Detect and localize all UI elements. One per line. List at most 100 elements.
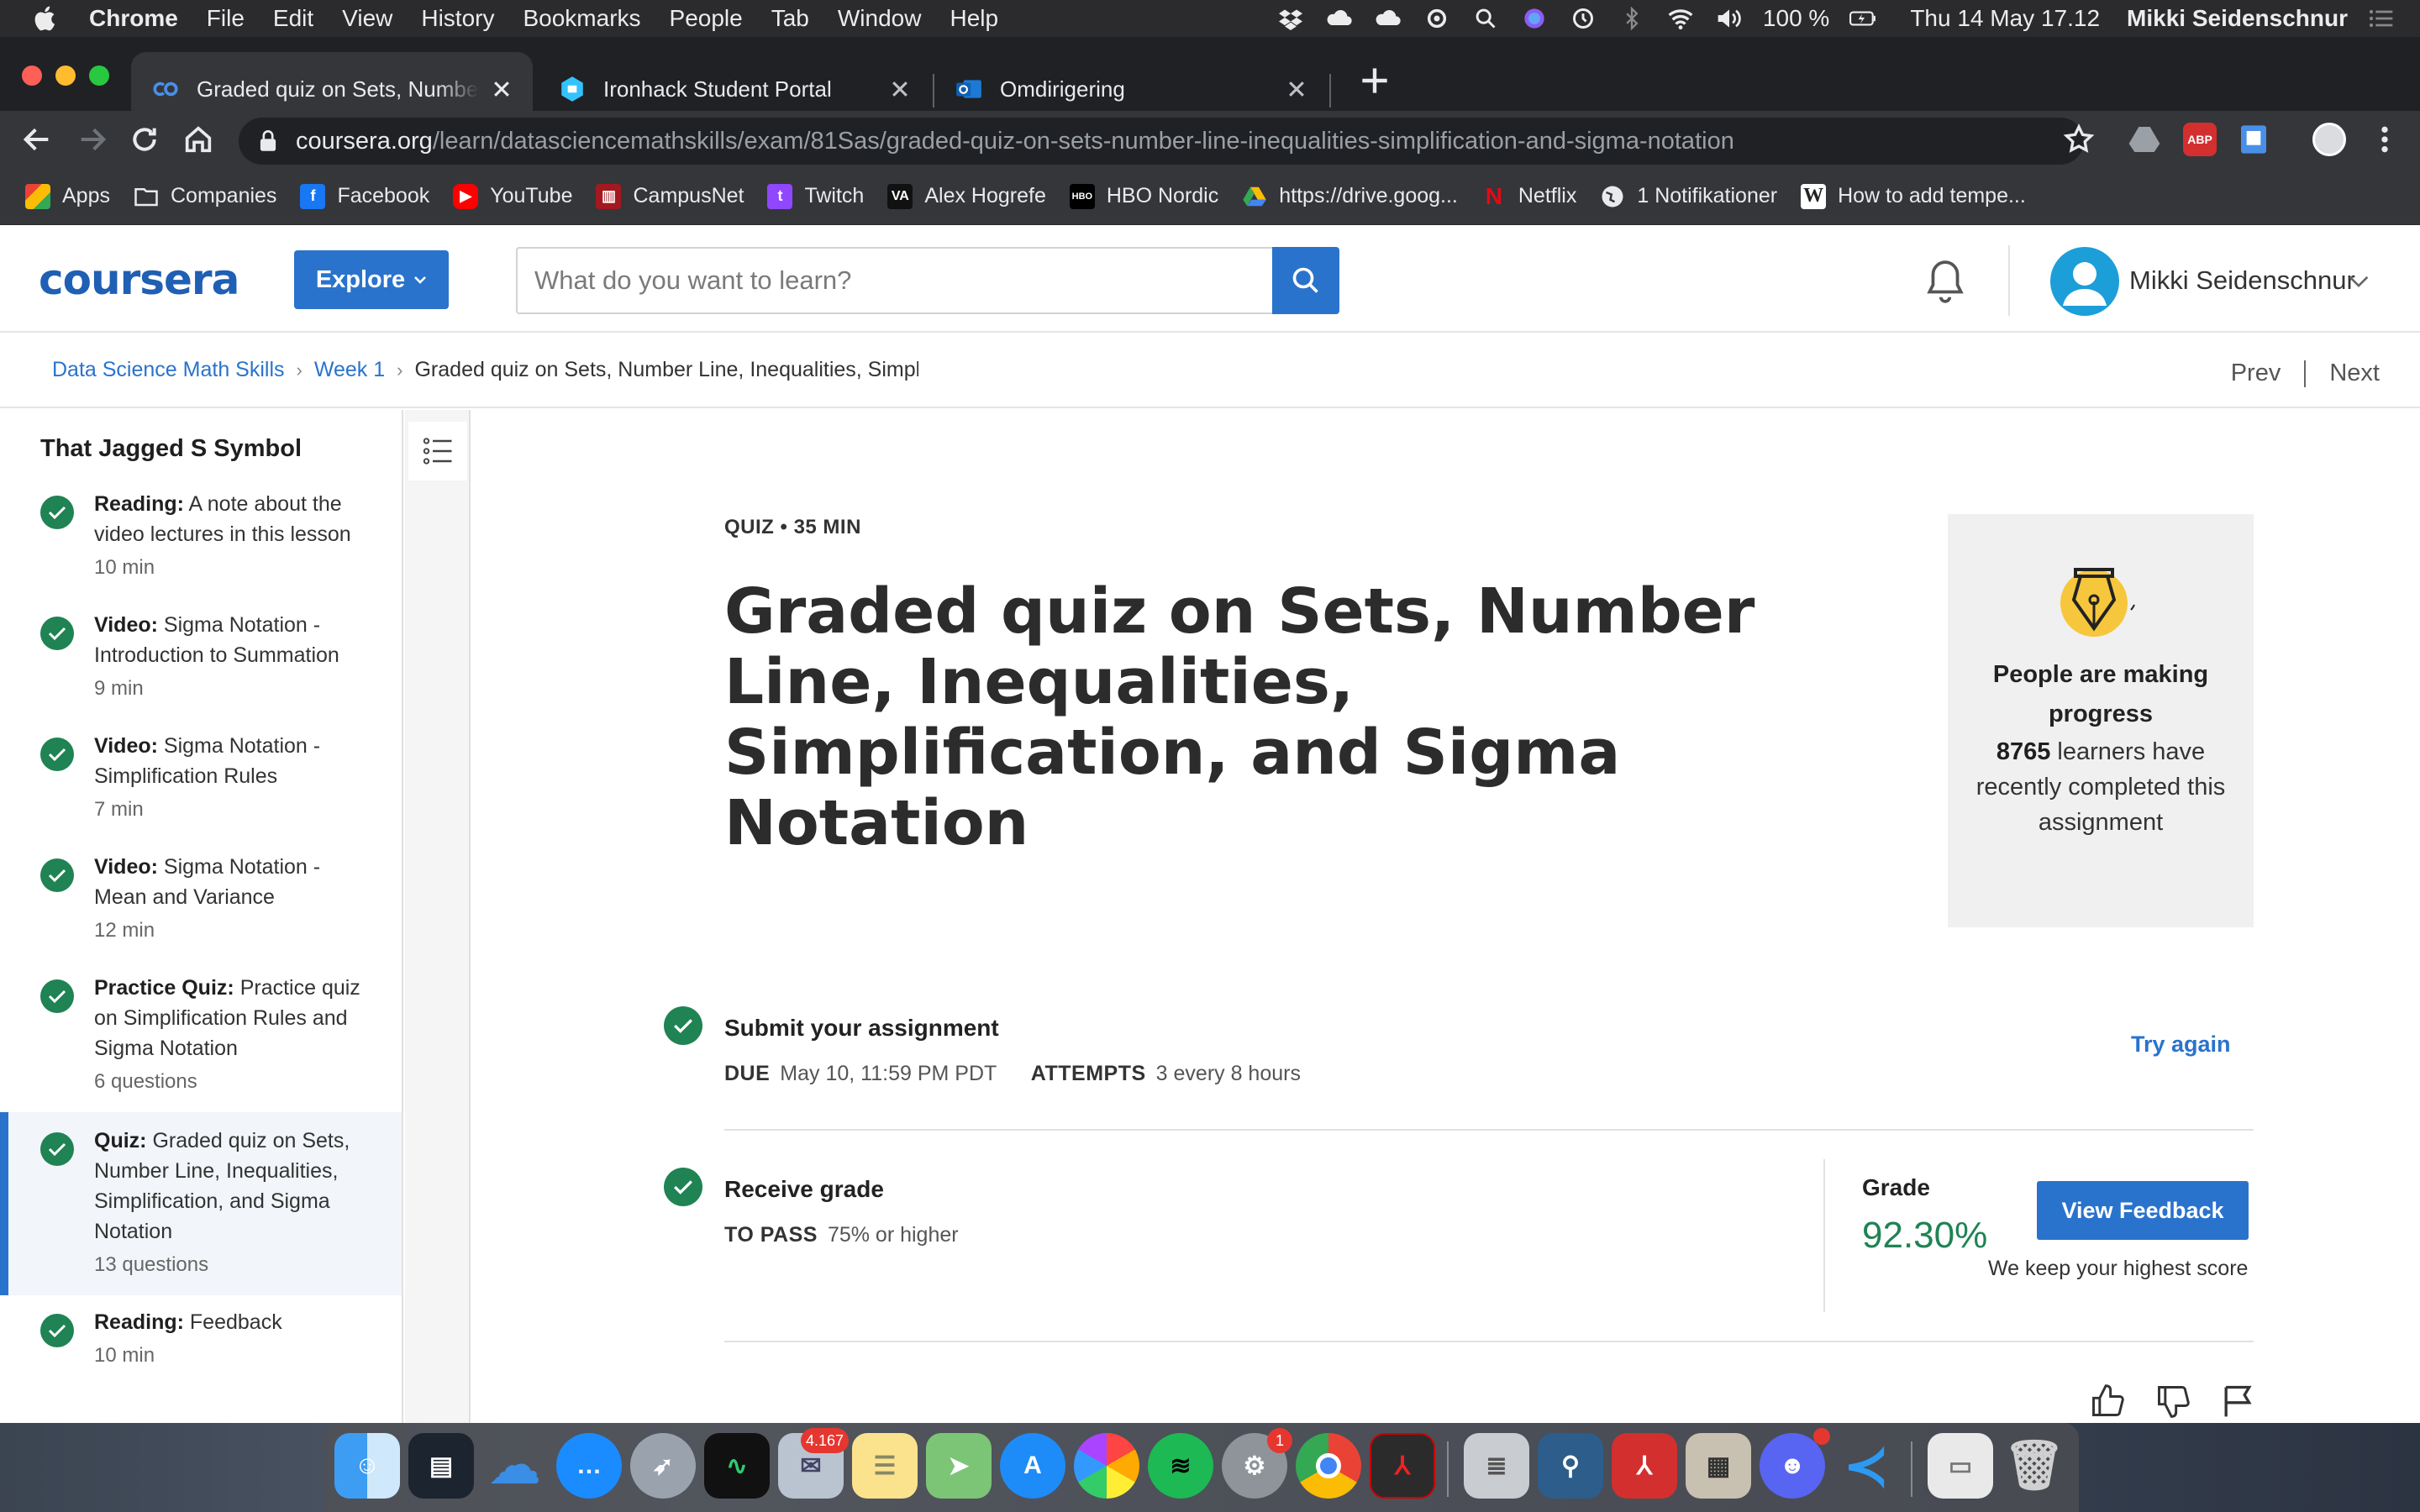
system-preferences-gear-icon[interactable]: ⚙ 1	[1222, 1428, 1292, 1499]
siri-icon[interactable]	[1519, 6, 1549, 31]
notes-icon[interactable]: ☰	[852, 1433, 918, 1499]
menu-window[interactable]: Window	[838, 5, 922, 32]
sidebar-item-reading-note[interactable]: Reading: A note about the video lectures…	[0, 489, 402, 598]
bookmark-netflix[interactable]: N Netflix	[1481, 183, 1577, 209]
launchpad-rocket-icon[interactable]: ➶	[630, 1433, 696, 1499]
bookmark-companies[interactable]: Companies	[134, 184, 276, 209]
acrobat-icon[interactable]: ⅄	[1370, 1433, 1435, 1499]
chrome-icon[interactable]	[1296, 1433, 1361, 1499]
finder-icon[interactable]: ☺	[334, 1433, 400, 1499]
maps-icon[interactable]: ➤	[926, 1433, 992, 1499]
reader-extension-icon[interactable]	[2237, 123, 2270, 156]
thumbs-down-icon[interactable]	[2154, 1383, 2191, 1420]
next-link[interactable]: Next	[2329, 360, 2380, 387]
tab-close-icon[interactable]	[491, 78, 513, 100]
lock-icon[interactable]	[259, 130, 277, 152]
google-drive-extension-icon[interactable]	[2128, 123, 2161, 156]
onedrive-cloud-icon[interactable]: ☁	[482, 1433, 548, 1499]
messages-bubble-icon[interactable]: …	[556, 1433, 622, 1499]
window-close-button[interactable]	[22, 66, 42, 86]
mysql-workbench-icon[interactable]: ⚲	[1538, 1433, 1603, 1499]
calculator-icon[interactable]: ▦	[1686, 1433, 1751, 1499]
vscode-icon[interactable]: ≺	[1833, 1433, 1899, 1499]
sidebar-item-video-mean-variance[interactable]: Video: Sigma Notation - Mean and Varianc…	[0, 852, 402, 961]
menu-view[interactable]: View	[342, 5, 392, 32]
app-store-icon[interactable]: A	[1000, 1433, 1065, 1499]
battery-icon[interactable]	[1848, 6, 1878, 31]
dropbox-icon[interactable]	[1276, 6, 1306, 31]
acrobat-reader-icon[interactable]: ⅄	[1612, 1433, 1677, 1499]
address-bar[interactable]: coursera.org/learn/datasciencemathskills…	[239, 118, 2084, 165]
user-name[interactable]: Mikki Seidenschnur	[2129, 265, 2355, 296]
bookmark-star-icon[interactable]	[2062, 123, 2096, 156]
menu-clock[interactable]: Thu 14 May 17.12	[1910, 5, 2100, 32]
bookmark-alex-hogrefe[interactable]: VA Alex Hogrefe	[887, 183, 1046, 209]
notification-bell-icon[interactable]	[1924, 259, 1966, 304]
menu-user-name[interactable]: Mikki Seidenschnur	[2127, 5, 2348, 32]
sidebar-item-practice-quiz[interactable]: Practice Quiz: Practice quiz on Simplifi…	[0, 973, 402, 1116]
menu-history[interactable]: History	[421, 5, 494, 32]
course-search-input[interactable]	[516, 247, 1272, 314]
bookmark-facebook[interactable]: f Facebook	[300, 183, 429, 209]
bookmark-google-drive[interactable]: https://drive.goog...	[1242, 184, 1458, 209]
back-arrow-icon[interactable]	[20, 123, 54, 156]
adblock-plus-extension-icon[interactable]: ABP	[2183, 123, 2217, 156]
home-icon[interactable]	[182, 123, 215, 156]
menu-people[interactable]: People	[670, 5, 743, 32]
breadcrumb-course-link[interactable]: Data Science Math Skills	[52, 358, 285, 382]
mail-icon[interactable]: ✉ 4.167	[778, 1428, 849, 1499]
menu-edit[interactable]: Edit	[273, 5, 313, 32]
profile-avatar-icon[interactable]	[2312, 123, 2346, 156]
bookmark-youtube[interactable]: ▶ YouTube	[453, 183, 572, 209]
menu-tab[interactable]: Tab	[771, 5, 809, 32]
try-again-link[interactable]: Try again	[2131, 1032, 2231, 1058]
trash-icon[interactable]: 🗑	[2002, 1433, 2067, 1499]
sequel-database-icon[interactable]: ≣	[1464, 1433, 1529, 1499]
bookmark-notifications[interactable]: 1 Notifikationer	[1600, 184, 1777, 209]
wifi-icon[interactable]	[1665, 6, 1696, 31]
spotlight-search-icon[interactable]	[1470, 6, 1501, 31]
bookmark-how-to-add[interactable]: W How to add tempe...	[1801, 183, 2026, 209]
sidebar-item-reading-feedback[interactable]: Reading: Feedback 10 min	[0, 1307, 402, 1391]
folder-stack-icon[interactable]: ▤	[408, 1433, 474, 1499]
spotify-icon[interactable]: ≋	[1148, 1433, 1213, 1499]
coursera-logo[interactable]: coursera	[39, 255, 239, 304]
reload-icon[interactable]	[128, 123, 161, 156]
menu-help[interactable]: Help	[950, 5, 998, 32]
time-machine-icon[interactable]	[1568, 6, 1598, 31]
explore-button[interactable]: Explore	[294, 250, 449, 309]
apple-icon[interactable]	[32, 4, 60, 33]
prev-link[interactable]: Prev	[2231, 360, 2281, 387]
downloads-stack-icon[interactable]: ▭	[1928, 1433, 1993, 1499]
menu-file[interactable]: File	[207, 5, 245, 32]
search-button[interactable]	[1272, 247, 1339, 314]
bookmark-twitch[interactable]: t Twitch	[767, 183, 864, 209]
toggle-outline-button[interactable]	[408, 422, 467, 480]
window-zoom-button[interactable]	[89, 66, 109, 86]
activity-monitor-icon[interactable]: ∿	[704, 1433, 770, 1499]
chevron-down-icon[interactable]	[2348, 274, 2370, 289]
icloud-icon[interactable]	[1324, 6, 1355, 31]
tab-close-icon[interactable]	[1286, 78, 1307, 100]
chrome-menu-icon[interactable]	[2368, 123, 2402, 156]
breadcrumb-week-link[interactable]: Week 1	[314, 358, 385, 382]
view-feedback-button[interactable]: View Feedback	[2037, 1181, 2249, 1240]
sidebar-item-video-simplification-rules[interactable]: Video: Sigma Notation - Simplification R…	[0, 731, 402, 840]
thumbs-up-icon[interactable]	[2089, 1383, 2126, 1420]
forward-arrow-icon[interactable]	[76, 123, 109, 156]
bookmark-apps[interactable]: Apps	[25, 183, 110, 209]
window-minimize-button[interactable]	[55, 66, 76, 86]
onedrive-icon[interactable]	[1373, 6, 1403, 31]
bookmark-hbo-nordic[interactable]: HBO HBO Nordic	[1069, 183, 1218, 209]
menu-app-name[interactable]: Chrome	[89, 5, 178, 32]
sidebar-item-graded-quiz[interactable]: Quiz: Graded quiz on Sets, Number Line, …	[0, 1112, 402, 1295]
notification-center-icon[interactable]	[2366, 6, 2396, 31]
bluetooth-icon[interactable]	[1617, 6, 1647, 31]
bookmark-campusnet[interactable]: ▥ CampusNet	[596, 183, 744, 209]
volume-icon[interactable]	[1714, 6, 1744, 31]
tab-close-icon[interactable]	[889, 78, 911, 100]
flag-icon[interactable]	[2218, 1383, 2255, 1420]
discord-icon[interactable]: ☻	[1760, 1428, 1830, 1499]
user-avatar[interactable]	[2050, 247, 2119, 316]
new-tab-plus-icon[interactable]	[1356, 62, 1393, 99]
